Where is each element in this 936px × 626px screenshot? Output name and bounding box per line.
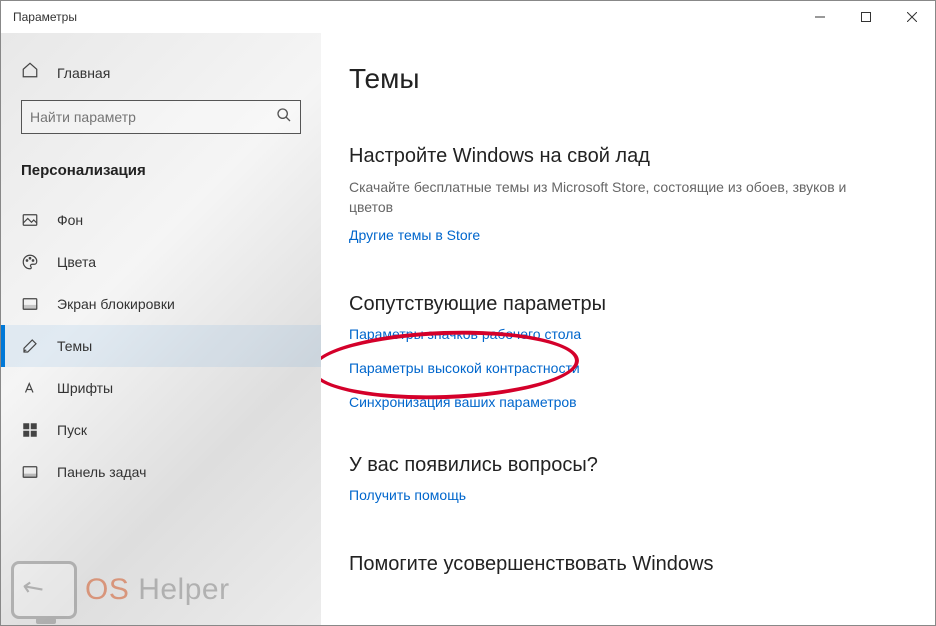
section-title: У вас появились вопросы? <box>349 454 907 477</box>
lockscreen-icon <box>21 295 39 313</box>
sidebar-item-taskbar[interactable]: Панель задач <box>1 451 321 493</box>
sidebar-item-fonts[interactable]: Шрифты <box>1 367 321 409</box>
category-title: Персонализация <box>1 154 321 199</box>
window-controls <box>797 1 935 33</box>
search-input[interactable] <box>30 109 276 125</box>
desktop-icons-link[interactable]: Параметры значков рабочего стола <box>349 326 581 342</box>
section-customize: Настройте Windows на свой лад Скачайте б… <box>349 145 907 253</box>
store-link[interactable]: Другие темы в Store <box>349 227 480 243</box>
close-button[interactable] <box>889 1 935 33</box>
section-desc: Скачайте бесплатные темы из Microsoft St… <box>349 178 869 217</box>
sidebar-item-lockscreen[interactable]: Экран блокировки <box>1 283 321 325</box>
minimize-button[interactable] <box>797 1 843 33</box>
maximize-button[interactable] <box>843 1 889 33</box>
font-icon <box>21 379 39 397</box>
watermark: ↖ OS Helper <box>11 561 230 619</box>
palette-icon <box>21 253 39 271</box>
brush-icon <box>21 337 39 355</box>
taskbar-icon <box>21 463 39 481</box>
sync-settings-link[interactable]: Синхронизация ваших параметров <box>349 394 577 410</box>
section-title: Помогите усовершенствовать Windows <box>349 553 907 576</box>
window-title: Параметры <box>13 10 77 24</box>
nav-label: Цвета <box>57 254 96 270</box>
sidebar-item-themes[interactable]: Темы <box>1 325 321 367</box>
section-title: Настройте Windows на свой лад <box>349 145 907 168</box>
page-title: Темы <box>349 63 907 95</box>
nav-label: Темы <box>57 338 92 354</box>
high-contrast-link[interactable]: Параметры высокой контрастности <box>349 360 580 376</box>
sidebar-item-start[interactable]: Пуск <box>1 409 321 451</box>
main-content: Темы Настройте Windows на свой лад Скача… <box>321 33 935 625</box>
home-icon <box>21 61 39 84</box>
home-link[interactable]: Главная <box>1 53 321 100</box>
nav-label: Экран блокировки <box>57 296 175 312</box>
sidebar-item-colors[interactable]: Цвета <box>1 241 321 283</box>
start-icon <box>21 421 39 439</box>
sidebar-item-background[interactable]: Фон <box>1 199 321 241</box>
nav-label: Пуск <box>57 422 87 438</box>
watermark-monitor-icon: ↖ <box>11 561 77 619</box>
search-icon <box>276 107 292 128</box>
titlebar: Параметры <box>1 1 935 33</box>
section-help: У вас появились вопросы? Получить помощь <box>349 454 907 513</box>
search-box[interactable] <box>21 100 301 134</box>
section-related: Сопутствующие параметры Параметры значко… <box>349 293 907 420</box>
get-help-link[interactable]: Получить помощь <box>349 487 466 503</box>
nav-label: Панель задач <box>57 464 146 480</box>
section-title: Сопутствующие параметры <box>349 293 907 316</box>
nav-label: Фон <box>57 212 83 228</box>
nav-label: Шрифты <box>57 380 113 396</box>
picture-icon <box>21 211 39 229</box>
nav-list: Фон Цвета Экран блокировки Темы <box>1 199 321 493</box>
home-label: Главная <box>57 65 110 81</box>
watermark-text: OS Helper <box>85 573 230 607</box>
section-improve: Помогите усовершенствовать Windows <box>349 553 907 576</box>
sidebar: Главная Персонализация Фон Цвета <box>1 33 321 625</box>
